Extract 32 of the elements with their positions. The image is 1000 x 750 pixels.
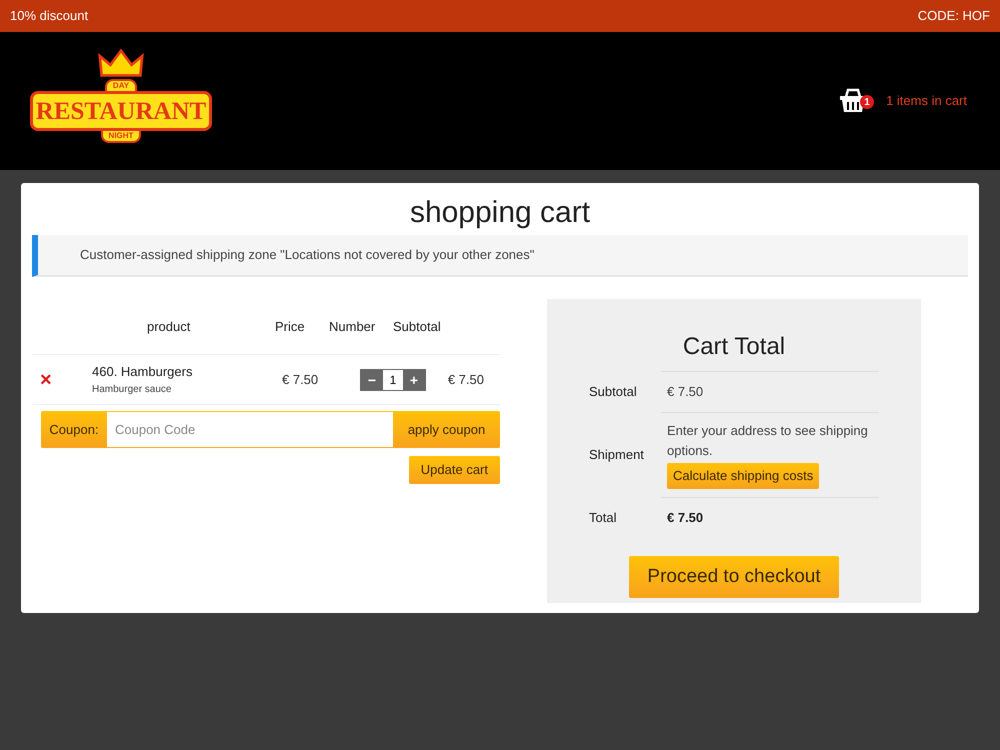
coupon-label: Coupon: (48, 420, 100, 439)
price-text: € 7.50 (282, 370, 320, 389)
shipping-note: Enter your address to see shipping options. (667, 422, 869, 460)
total-row-value: € 7.50 (667, 510, 704, 525)
subtotal-text: € 7.50 (448, 370, 485, 389)
column-header: Subtotal (393, 318, 441, 336)
remove-button[interactable]: × (32, 364, 92, 394)
checkout-button[interactable]: Proceed to checkout (629, 556, 839, 598)
notice-text: Customer-assigned shipping zone "Locations not covered by your other zones" (80, 246, 534, 264)
calculate-shipping-button[interactable]: Calculate shipping costs (667, 463, 820, 489)
logo-text: RESTAURANT (36, 98, 206, 124)
cart-count-badge: 1 (860, 95, 874, 109)
column-header: Number (329, 318, 376, 336)
coupon-code-text: CODE: HOF (918, 7, 990, 26)
cart-link[interactable]: 1 items in cart (886, 91, 967, 111)
column-header: Price (275, 318, 306, 336)
total-row-value: € 7.50 (667, 384, 704, 399)
promo-text: 10% discount (10, 7, 88, 26)
column-header: product (146, 318, 192, 336)
logo-small-text: NIGHT (100, 131, 142, 143)
total-row-label: Total (589, 508, 618, 527)
crown-icon (96, 49, 146, 79)
apply-coupon-button[interactable]: apply coupon (393, 411, 500, 448)
total-row-label: Subtotal (589, 382, 638, 401)
update-cart-button[interactable]: Update cart (408, 456, 500, 484)
product-name: 460. Hamburgers (92, 363, 194, 382)
product-option: Hamburger sauce (92, 382, 282, 397)
page-title: shopping cart (408, 195, 592, 231)
cart-total-title: Cart Total (682, 332, 786, 362)
total-row-label: Shipment (589, 446, 645, 464)
coupon-field[interactable]: Coupon Code (107, 412, 393, 447)
logo-small-text: DAY (104, 79, 138, 91)
